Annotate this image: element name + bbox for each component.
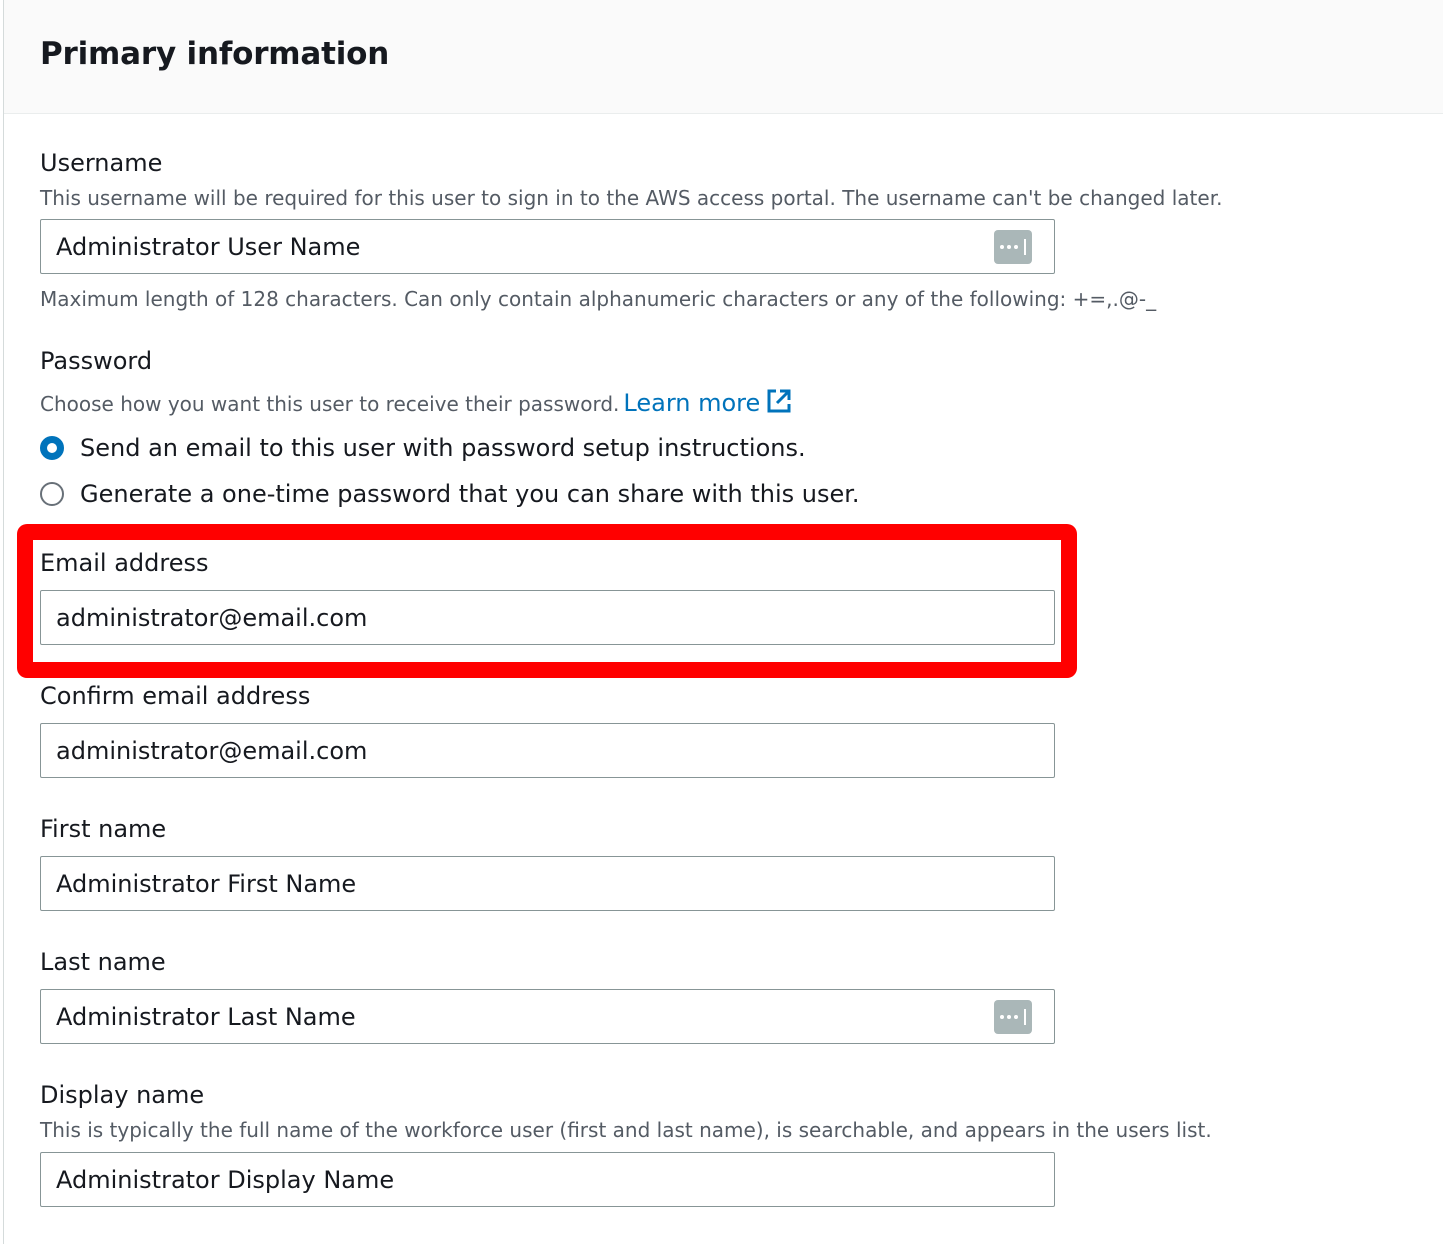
confirm-email-field[interactable] <box>40 723 1055 778</box>
username-description: This username will be required for this … <box>40 186 1223 210</box>
radio-option-send-email[interactable]: Send an email to this user with password… <box>40 433 806 463</box>
first-name-field[interactable] <box>40 856 1055 911</box>
last-name-field[interactable] <box>40 989 1055 1044</box>
learn-more-link[interactable]: Learn more <box>623 388 792 416</box>
confirm-email-label: Confirm email address <box>40 682 311 710</box>
radio-label-send-email: Send an email to this user with password… <box>80 434 806 462</box>
password-manager-icon[interactable] <box>994 1000 1032 1034</box>
display-name-input[interactable] <box>41 1153 1054 1206</box>
radio-label-one-time-password: Generate a one-time password that you ca… <box>80 480 860 508</box>
panel-title: Primary information <box>40 36 390 72</box>
password-description-row: Choose how you want this user to receive… <box>40 388 792 417</box>
username-input[interactable] <box>41 220 1054 273</box>
learn-more-label: Learn more <box>623 389 761 417</box>
email-input[interactable] <box>41 591 1054 644</box>
email-field[interactable] <box>40 590 1055 645</box>
username-constraint: Maximum length of 128 characters. Can on… <box>40 287 1157 311</box>
radio-option-one-time-password[interactable]: Generate a one-time password that you ca… <box>40 479 860 509</box>
primary-information-panel: Primary information Username This userna… <box>3 0 1443 1244</box>
panel-header: Primary information <box>4 0 1443 114</box>
password-manager-icon[interactable] <box>994 230 1032 264</box>
first-name-label: First name <box>40 815 167 843</box>
external-link-icon <box>767 389 791 413</box>
display-name-description: This is typically the full name of the w… <box>40 1118 1212 1142</box>
last-name-label: Last name <box>40 948 166 976</box>
password-description: Choose how you want this user to receive… <box>40 392 620 416</box>
confirm-email-input[interactable] <box>41 724 1054 777</box>
username-field[interactable] <box>40 219 1055 274</box>
radio-button-one-time-password[interactable] <box>40 482 64 506</box>
email-label: Email address <box>40 549 209 577</box>
username-label: Username <box>40 149 163 177</box>
display-name-field[interactable] <box>40 1152 1055 1207</box>
display-name-label: Display name <box>40 1081 205 1109</box>
first-name-input[interactable] <box>41 857 1054 910</box>
last-name-input[interactable] <box>41 990 1054 1043</box>
password-label: Password <box>40 347 153 375</box>
radio-button-send-email[interactable] <box>40 436 64 460</box>
